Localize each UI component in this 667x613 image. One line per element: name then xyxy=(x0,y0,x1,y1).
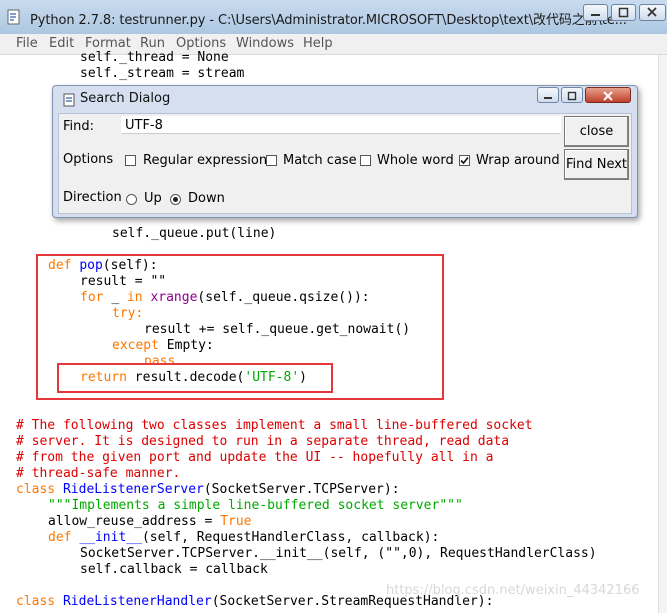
direction-up-label: Up xyxy=(144,191,162,206)
wrap-around-checkbox[interactable] xyxy=(459,155,470,166)
dialog-maximize-button[interactable] xyxy=(561,87,583,103)
menu-help[interactable]: Help xyxy=(303,36,333,51)
direction-down-radio[interactable] xyxy=(170,194,181,205)
match-case-label: Match case xyxy=(283,153,357,168)
code-line: self._queue.put(line) xyxy=(112,226,277,241)
code-comment: # The following two classes implement a … xyxy=(16,418,533,433)
minimize-icon xyxy=(591,14,600,16)
dialog-close-button[interactable] xyxy=(585,87,631,103)
code-line: self._thread = None xyxy=(80,50,229,65)
close-window-button[interactable] xyxy=(639,4,666,21)
whole-word-label: Whole word xyxy=(377,153,454,168)
highlight-box-return-line xyxy=(57,363,333,393)
dialog-app-icon xyxy=(63,93,75,107)
title-bar: Python 2.7.8: testrunner.py - C:\Users\A… xyxy=(0,0,667,34)
vertical-scrollbar[interactable] xyxy=(658,55,667,613)
code-line: class RideListenerServer(SocketServer.TC… xyxy=(16,482,400,497)
python-file-icon xyxy=(7,9,20,25)
code-comment: # server. It is designed to run in a sep… xyxy=(16,434,510,449)
maximize-icon xyxy=(618,7,629,18)
checkmark-icon xyxy=(460,156,469,165)
window-title: Python 2.7.8: testrunner.py - C:\Users\A… xyxy=(30,13,627,28)
code-line: """Implements a simple line-buffered soc… xyxy=(48,498,463,513)
code-comment: # from the given port and update the UI … xyxy=(16,450,494,465)
options-label: Options xyxy=(63,152,114,167)
menu-format[interactable]: Format xyxy=(85,36,131,51)
code-line: self.callback = callback xyxy=(80,562,268,577)
maximize-icon xyxy=(567,91,577,101)
direction-down-label: Down xyxy=(188,191,225,206)
dialog-body: Find: UTF-8 close Find Next Options Regu… xyxy=(58,113,632,214)
search-dialog: Search Dialog Find: UTF-8 close Find Nex… xyxy=(52,85,638,218)
dialog-title: Search Dialog xyxy=(80,91,171,106)
close-button[interactable]: close xyxy=(564,116,629,147)
menu-run[interactable]: Run xyxy=(140,36,165,51)
code-line: def __init__(self, RequestHandlerClass, … xyxy=(48,530,440,545)
wrap-around-label: Wrap around xyxy=(476,153,560,168)
close-icon xyxy=(603,91,613,101)
find-input[interactable]: UTF-8 xyxy=(121,116,561,134)
minimize-button[interactable] xyxy=(583,4,608,21)
maximize-button[interactable] xyxy=(611,4,636,21)
code-line: allow_reuse_address = True xyxy=(48,514,252,529)
whole-word-checkbox[interactable] xyxy=(360,155,371,166)
regex-label: Regular expression xyxy=(143,153,268,168)
regex-checkbox[interactable] xyxy=(125,155,136,166)
menu-options[interactable]: Options xyxy=(176,36,226,51)
menu-windows[interactable]: Windows xyxy=(236,36,294,51)
menu-file[interactable]: File xyxy=(16,36,38,51)
code-line: self._stream = stream xyxy=(80,66,245,81)
dialog-minimize-button[interactable] xyxy=(537,87,559,103)
match-case-checkbox[interactable] xyxy=(266,155,277,166)
find-label: Find: xyxy=(63,119,95,134)
direction-label: Direction xyxy=(63,190,122,205)
direction-up-radio[interactable] xyxy=(126,194,137,205)
minimize-icon xyxy=(544,97,552,99)
menu-edit[interactable]: Edit xyxy=(49,36,74,51)
code-comment: # thread-safe manner. xyxy=(16,466,181,481)
close-icon xyxy=(647,7,657,17)
code-line: SocketServer.TCPServer.__init__(self, ("… xyxy=(80,546,597,561)
find-next-button[interactable]: Find Next xyxy=(564,149,629,180)
watermark-text: https://blog.csdn.net/weixin_44342166 xyxy=(386,583,640,598)
